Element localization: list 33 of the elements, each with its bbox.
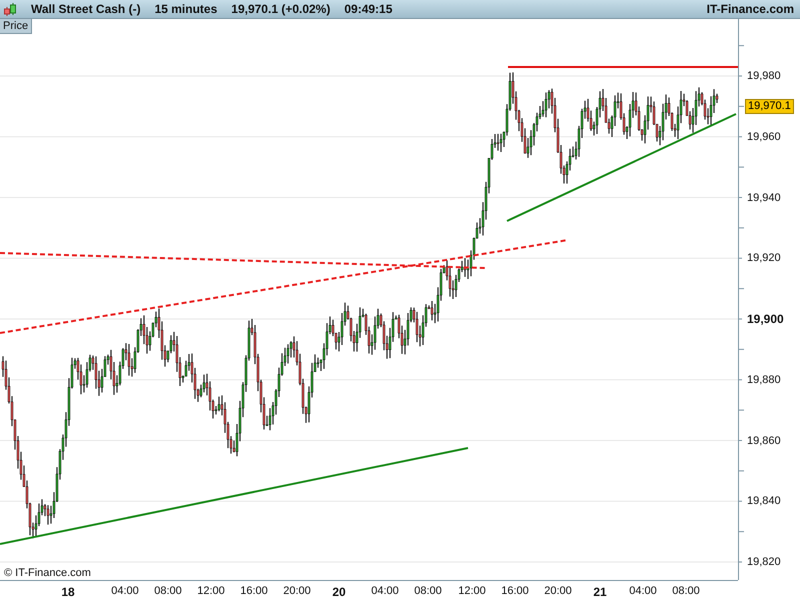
price-axis-label: 19,900 (747, 313, 784, 325)
price-axis-label: 19,960 (747, 130, 781, 143)
time-label: 09:49:15 (344, 2, 392, 16)
price-axis-label: 19,820 (747, 556, 781, 568)
time-axis-label: 16:00 (501, 585, 529, 597)
candlestick-icon (3, 2, 17, 16)
price-axis-label: 19,860 (747, 434, 781, 446)
time-axis-label: 04:00 (629, 585, 657, 597)
time-axis-label: 20 (332, 585, 346, 599)
time-axis-label: 08:00 (672, 585, 700, 597)
copyright-text: © IT-Finance.com (4, 567, 91, 579)
time-axis-label: 16:00 (240, 585, 268, 597)
price-axis-label: 19,880 (747, 374, 781, 386)
time-axis-label: 08:00 (414, 585, 442, 597)
price-axis-label: 19,980 (747, 70, 781, 82)
time-axis-label: 20:00 (544, 585, 572, 597)
time-axis-label: 04:00 (111, 585, 139, 597)
current-price-label: 19,970.1 (745, 99, 794, 114)
interval-label: 15 minutes (154, 2, 218, 16)
time-axis-label: 12:00 (197, 585, 225, 597)
price-change: 19,970.1 (+0.02%) (231, 2, 330, 16)
pane-tab[interactable]: Price (0, 19, 32, 34)
price-axis-label: 19,940 (747, 192, 781, 204)
time-axis-label: 08:00 (154, 585, 182, 597)
time-axis-label: 04:00 (371, 585, 399, 597)
time-axis-label: 12:00 (458, 585, 486, 597)
time-axis-label: 20:00 (283, 585, 311, 597)
instrument-name: Wall Street Cash (-) (31, 2, 141, 16)
time-axis-label: 21 (593, 585, 607, 599)
site-name: IT-Finance.com (706, 2, 794, 16)
price-axis-label: 19,920 (747, 252, 781, 264)
price-axis-label: 19,840 (747, 495, 781, 508)
time-axis-label: 18 (61, 585, 75, 599)
